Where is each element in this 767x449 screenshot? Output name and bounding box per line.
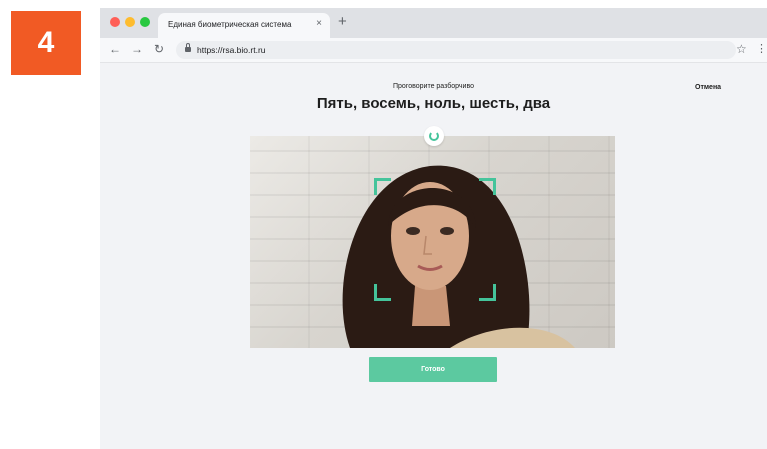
browser-toolbar: ← → ↻ https://rsa.bio.rt.ru ☆ ⋮ <box>100 38 767 63</box>
minimize-window-button[interactable] <box>125 17 135 27</box>
tab-title: Единая биометрическая система <box>168 20 292 29</box>
back-arrow-icon[interactable]: ← <box>109 42 121 56</box>
face-frame-corner-top-left <box>374 178 391 195</box>
face-frame-corner-bottom-right <box>479 284 496 301</box>
face-frame-corner-bottom-left <box>374 284 391 301</box>
cancel-link[interactable]: Отмена <box>695 84 721 91</box>
tab-bar: Единая биометрическая система × + <box>100 8 767 38</box>
instruction-text: Проговорите разборчиво <box>393 83 474 90</box>
tab-close-icon[interactable]: × <box>316 18 322 29</box>
reload-icon[interactable]: ↻ <box>154 42 164 56</box>
close-window-button[interactable] <box>110 17 120 27</box>
forward-arrow-icon[interactable]: → <box>131 42 143 56</box>
recording-spinner-icon <box>424 126 444 146</box>
browser-window: Единая биометрическая система × + ← → ↻ … <box>100 8 767 449</box>
bookmark-star-icon[interactable]: ☆ <box>736 42 747 56</box>
step-number-badge: 4 <box>11 11 81 75</box>
new-tab-button[interactable]: + <box>338 13 347 30</box>
address-bar[interactable]: https://rsa.bio.rt.ru <box>176 41 736 59</box>
person-photo <box>342 165 575 348</box>
phrase-to-speak: Пять, восемь, ноль, шесть, два <box>316 95 551 112</box>
camera-preview <box>250 136 615 348</box>
url-text[interactable]: https://rsa.bio.rt.ru <box>197 45 266 55</box>
lock-icon <box>185 43 191 53</box>
browser-tab[interactable]: Единая биометрическая система × <box>158 13 330 38</box>
kebab-menu-icon[interactable]: ⋮ <box>756 42 767 55</box>
maximize-window-button[interactable] <box>140 17 150 27</box>
face-frame-corner-top-right <box>479 178 496 195</box>
ready-button[interactable]: Готово <box>369 357 497 382</box>
page-content: Проговорите разборчиво Пять, восемь, нол… <box>100 63 767 449</box>
